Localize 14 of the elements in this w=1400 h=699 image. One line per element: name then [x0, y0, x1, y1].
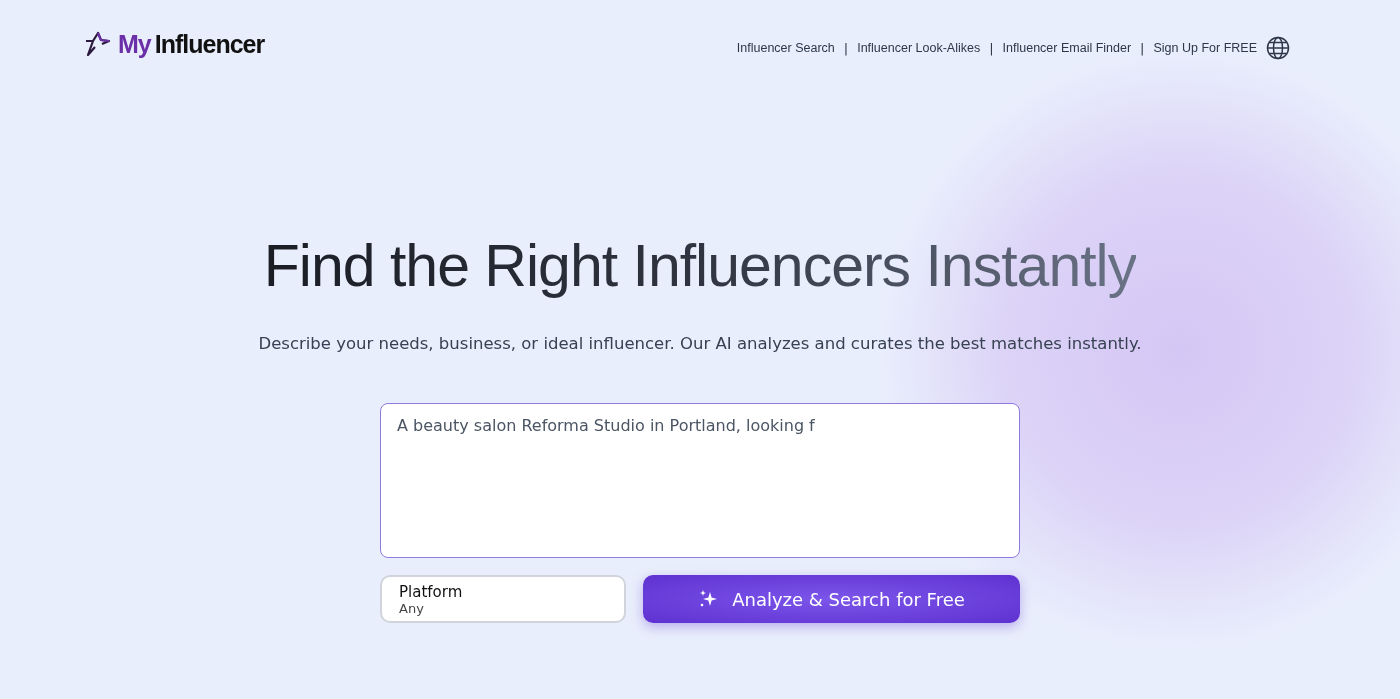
- nav-link[interactable]: Sign Up For FREE: [1153, 41, 1257, 55]
- platform-select[interactable]: Platform Any: [380, 575, 626, 623]
- globe-icon[interactable]: [1266, 36, 1290, 60]
- nav-separator: |: [843, 40, 849, 56]
- nav-separator: |: [1140, 40, 1145, 56]
- nav-link[interactable]: Influencer Search: [736, 41, 835, 55]
- hero-subtitle: Describe your needs, business, or ideal influencer. Our AI analyzes and curates the best matches instantly.: [258, 334, 1142, 353]
- nav-separator: |: [989, 40, 994, 56]
- logo-text-prefix: My: [118, 29, 151, 59]
- nav-link[interactable]: Influencer Look-Alikes: [857, 41, 981, 55]
- query-input-field[interactable]: A beauty salon Reforma Studio in Portland, looking f: [380, 403, 1020, 558]
- nav-link[interactable]: Influencer Email Finder: [1002, 41, 1132, 55]
- logo-text: Influencer: [154, 29, 265, 59]
- analyze-search-button[interactable]: Analyze & Search for Free: [643, 575, 1020, 623]
